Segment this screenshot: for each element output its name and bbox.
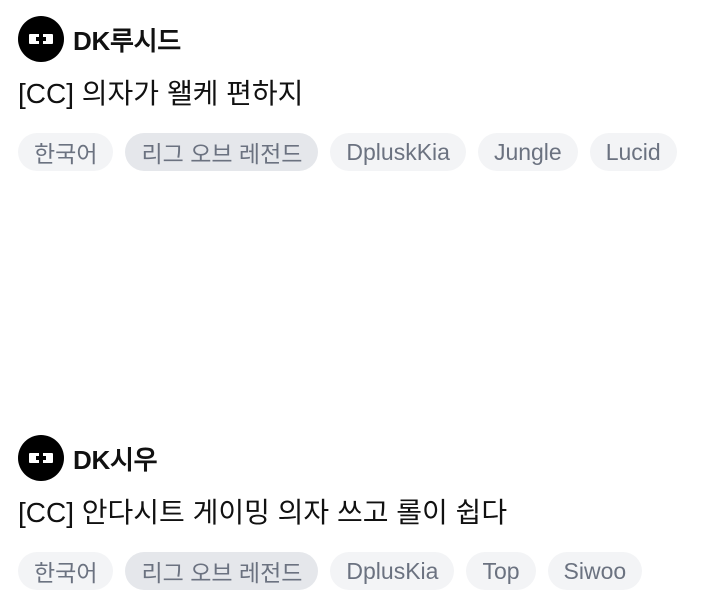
tag-position[interactable]: Jungle [477,133,578,171]
video-title[interactable]: [CC] 의자가 왤케 편하지 [18,76,698,112]
channel-name[interactable]: DK루시드 [73,21,181,58]
avatar[interactable] [18,16,64,62]
tag-position[interactable]: Top [466,552,536,590]
stream-feed: DK루시드 [CC] 의자가 왤케 편하지 한국어 리그 오브 레전드 Dplu… [0,0,702,616]
tag-language[interactable]: 한국어 [18,552,114,590]
channel-name[interactable]: DK시우 [73,440,158,477]
tag-game[interactable]: 리그 오브 레전드 [125,133,319,171]
tag-list: 한국어 리그 오브 레전드 DplusKia Top Siwoo [18,552,698,590]
stream-card: DK시우 [CC] 안다시트 게이밍 의자 쓰고 롤이 쉽다 한국어 리그 오브… [18,435,698,590]
tag-team[interactable]: DpluskKia [330,133,466,171]
tag-language[interactable]: 한국어 [18,133,114,171]
stream-card: DK루시드 [CC] 의자가 왤케 편하지 한국어 리그 오브 레전드 Dplu… [18,16,698,171]
dk-logo-icon [29,32,53,46]
tag-game[interactable]: 리그 오브 레전드 [125,552,319,590]
tag-list: 한국어 리그 오브 레전드 DpluskKia Jungle Lucid [18,133,698,171]
tag-team[interactable]: DplusKia [330,552,455,590]
avatar[interactable] [18,435,64,481]
channel-link[interactable]: DK루시드 [18,16,698,62]
dk-logo-icon [29,451,53,465]
channel-link[interactable]: DK시우 [18,435,698,481]
tag-player[interactable]: Lucid [589,133,677,171]
video-title[interactable]: [CC] 안다시트 게이밍 의자 쓰고 롤이 쉽다 [18,495,698,531]
tag-player[interactable]: Siwoo [547,552,643,590]
